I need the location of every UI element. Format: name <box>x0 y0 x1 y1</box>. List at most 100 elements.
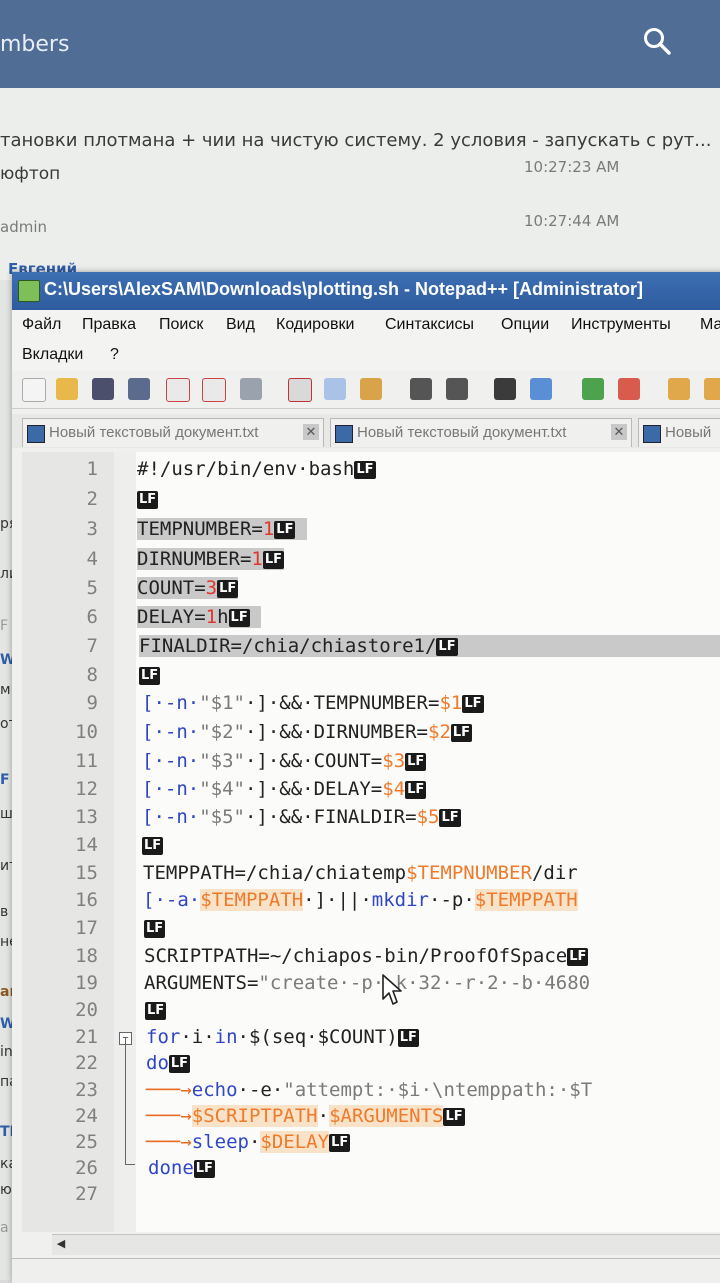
tab-arrow-icon: ───→ <box>146 1131 192 1153</box>
cut-icon[interactable] <box>288 378 312 402</box>
message-preview[interactable]: тановки плотмана + чии на чистую систему… <box>0 130 711 151</box>
horizontal-scrollbar[interactable]: ◀ <box>52 1234 720 1255</box>
line-number: 6 <box>86 606 98 628</box>
file-tab[interactable]: Новый <box>638 418 720 447</box>
code-text: ·]·||· <box>303 889 372 911</box>
fold-line-end <box>125 1164 135 1165</box>
code-line-12[interactable]: [·-n·"$4"·]·&&·DELAY=$4 LF <box>142 778 427 800</box>
close-file-icon[interactable] <box>166 378 190 402</box>
line-number: 15 <box>75 862 98 884</box>
redo-icon[interactable] <box>446 378 468 400</box>
code-line-17[interactable]: LF <box>144 917 166 939</box>
eol-marker: LF <box>329 1134 351 1152</box>
menu-language[interactable]: Синтаксисы <box>385 316 474 334</box>
zoom-out-icon[interactable] <box>618 378 640 400</box>
code-line-4[interactable]: DIRNUMBER=1 LF <box>137 548 285 570</box>
undo-icon[interactable] <box>410 378 432 400</box>
code-variable: $1 <box>439 692 463 714</box>
new-file-icon[interactable] <box>22 378 46 402</box>
word-wrap-icon[interactable] <box>704 378 720 400</box>
code-text: · <box>248 1131 261 1153</box>
menu-edit[interactable]: Правка <box>82 316 136 334</box>
open-file-icon[interactable] <box>56 378 78 400</box>
code-line-26[interactable]: done LF <box>148 1157 215 1179</box>
tab-close-icon[interactable]: ✕ <box>611 424 627 440</box>
code-line-13[interactable]: [·-n·"$5"·]·&&·FINALDIR=$5 LF <box>142 806 461 828</box>
line-number: 4 <box>86 548 98 570</box>
eol-marker: LF <box>405 753 427 771</box>
save-all-icon[interactable] <box>128 378 150 400</box>
chat-row-name[interactable]: юфтоп <box>0 164 60 184</box>
zoom-in-icon[interactable] <box>582 378 604 400</box>
code-line-24[interactable]: ───→$SCRIPTPATH·$ARGUMENTS LF <box>146 1105 465 1127</box>
code-variable: $TEMPPATH <box>200 889 304 911</box>
close-all-icon[interactable] <box>202 378 226 402</box>
fold-line <box>125 1037 126 1165</box>
code-line-9[interactable]: [·-n·"$1"·]·&&·TEMPNUMBER=$1 LF <box>142 692 484 714</box>
menu-window[interactable]: Вкладки <box>22 346 83 364</box>
code-keyword: done <box>148 1157 194 1179</box>
copy-icon[interactable] <box>324 378 346 400</box>
tab-close-icon[interactable]: ✕ <box>303 424 319 440</box>
menu-file[interactable]: Файл <box>22 316 61 334</box>
code-number: 3 <box>205 577 218 599</box>
code-line-1[interactable]: #!/usr/bin/env·bash LF <box>137 458 376 480</box>
eol-marker: LF <box>274 521 296 539</box>
file-tab[interactable]: Новый текстовый документ.txt ✕ <box>22 418 324 447</box>
code-line-15[interactable]: TEMPPATH=/chia/chiatemp$TEMPNUMBER/dir <box>143 862 578 884</box>
code-text: ARGUMENTS= <box>144 972 259 994</box>
code-line-22[interactable]: do LF <box>146 1052 191 1074</box>
paste-icon[interactable] <box>360 378 382 400</box>
code-keyword: mkdir <box>371 889 429 911</box>
sync-scroll-icon[interactable] <box>668 378 690 400</box>
menu-help[interactable]: ? <box>110 346 119 364</box>
code-keyword: echo <box>191 1079 238 1101</box>
code-line-10[interactable]: [·-n·"$2"·]·&&·DIRNUMBER=$2 LF <box>142 721 473 743</box>
code-text: TEMPNUMBER= <box>137 518 263 540</box>
chat-row-name[interactable]: admin <box>0 218 47 236</box>
code-line-11[interactable]: [·-n·"$3"·]·&&·COUNT=$3 LF <box>142 750 427 772</box>
menu-search[interactable]: Поиск <box>159 316 203 334</box>
save-icon[interactable] <box>92 378 114 400</box>
title-bar[interactable]: C:\Users\AlexSAM\Downloads\plotting.sh -… <box>12 272 720 310</box>
code-line-20[interactable]: LF <box>145 999 167 1021</box>
code-line-18[interactable]: SCRIPTPATH=~/chiapos-bin/ProofOfSpace LF <box>144 945 589 967</box>
code-line-21[interactable]: for·i·in·$(seq·$COUNT) LF <box>146 1026 419 1048</box>
code-keyword: [·-n· <box>142 692 200 714</box>
bg-fragment: F <box>0 772 10 788</box>
search-icon[interactable] <box>642 26 672 56</box>
code-text: DELAY= <box>137 606 206 628</box>
scroll-left-icon[interactable]: ◀ <box>54 1237 68 1251</box>
eol-marker: LF <box>145 1002 167 1020</box>
code-line-7[interactable]: FINALDIR=/chia/chiastore1/LF <box>139 635 720 657</box>
line-number: 1 <box>86 458 98 480</box>
code-line-8[interactable]: LF <box>139 664 161 686</box>
menu-view[interactable]: Вид <box>226 316 255 334</box>
code-line-16[interactable]: [·-a·$TEMPPATH·]·||·mkdir·-p·$TEMPPATH <box>143 889 578 911</box>
code-line-6[interactable]: DELAY=1h LF <box>137 606 262 628</box>
code-line-23[interactable]: ───→echo·-e·"attempt:·$i·\ntemppath:·$T <box>146 1079 592 1101</box>
menu-macro[interactable]: Ма <box>700 316 720 334</box>
menu-settings[interactable]: Опции <box>501 316 549 334</box>
eol-marker: LF <box>139 667 161 685</box>
code-variable: $3 <box>382 750 406 772</box>
code-variable: $TEMPPATH <box>474 889 578 911</box>
code-text: COUNT= <box>137 577 206 599</box>
code-line-5[interactable]: COUNT=3 LF <box>137 577 239 599</box>
print-icon[interactable] <box>240 378 262 400</box>
code-line-2[interactable]: LF <box>137 488 159 510</box>
line-number: 14 <box>75 834 98 856</box>
menu-tools[interactable]: Инструменты <box>571 316 671 334</box>
code-string: "$4" <box>199 778 245 800</box>
code-line-19[interactable]: ARGUMENTS="create·-p·-k·32·-r·2·-b·4680 <box>144 972 590 994</box>
line-number: 27 <box>75 1183 98 1205</box>
find-icon[interactable] <box>494 378 516 400</box>
file-tab[interactable]: Новый текстовый документ.txt ✕ <box>330 418 632 447</box>
code-editor[interactable]: − 1 2 3 4 5 6 7 8 9 10 11 12 13 14 15 16… <box>22 452 720 1232</box>
line-number: 23 <box>75 1079 98 1101</box>
menu-encoding[interactable]: Кодировки <box>276 316 354 334</box>
code-line-3[interactable]: TEMPNUMBER=1 LF <box>137 518 307 540</box>
replace-icon[interactable] <box>530 378 552 400</box>
code-line-25[interactable]: ───→sleep·$DELAY LF <box>146 1131 351 1153</box>
code-line-14[interactable]: LF <box>142 834 164 856</box>
